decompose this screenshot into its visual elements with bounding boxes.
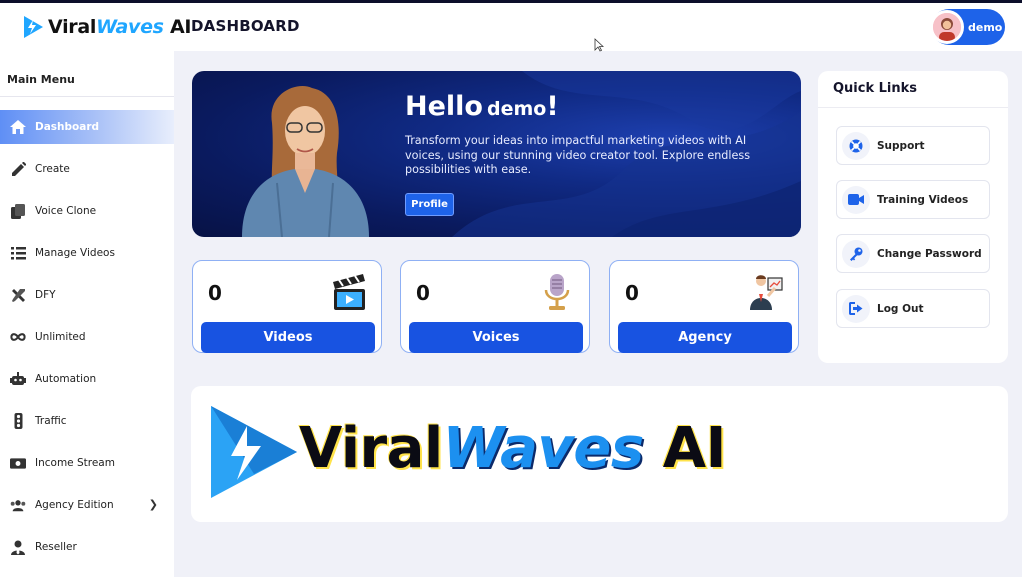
robot-icon <box>10 371 26 387</box>
videos-button[interactable]: Videos <box>201 322 375 353</box>
quick-link-label: Change Password <box>877 247 982 260</box>
sidebar-item-reseller[interactable]: Reseller <box>0 530 174 564</box>
avatar <box>930 10 964 44</box>
quick-links-title: Quick Links <box>833 81 918 96</box>
stat-value: 0 <box>208 281 222 305</box>
header: ViralWaves AI DASHBOARD demo <box>0 3 1022 51</box>
quick-link-label: Log Out <box>877 302 924 315</box>
stat-card-voices: 0 Voices <box>400 260 590 353</box>
sidebar-item-label: Income Stream <box>35 457 115 469</box>
app-logo[interactable]: ViralWaves AI <box>22 13 191 41</box>
sidebar-item-label: DFY <box>35 289 56 301</box>
quick-link-change-password[interactable]: Change Password <box>836 234 990 273</box>
sidebar-item-voice-clone[interactable]: Voice Clone <box>0 194 174 228</box>
sidebar-item-label: Create <box>35 163 70 175</box>
play-bolt-logo-icon <box>24 16 43 38</box>
profile-button[interactable]: Profile <box>405 193 454 216</box>
users-icon <box>10 497 26 513</box>
voices-button[interactable]: Voices <box>409 322 583 353</box>
sidebar-item-unlimited[interactable]: Unlimited <box>0 320 174 354</box>
quick-links-panel: Quick Links Support Training Videos Chan… <box>818 71 1008 363</box>
infinity-icon <box>10 329 26 345</box>
quick-link-support[interactable]: Support <box>836 126 990 165</box>
mouse-cursor-icon <box>594 38 604 52</box>
woman-photo <box>242 86 369 237</box>
sidebar-item-label: Traffic <box>35 415 67 427</box>
user-name: demo <box>968 20 1003 34</box>
hero-description: Transform your ideas into impactful mark… <box>405 134 751 176</box>
presenter-icon <box>750 275 783 310</box>
quick-link-label: Support <box>877 139 925 152</box>
page-title: DASHBOARD <box>191 17 300 35</box>
sidebar-item-agency-edition[interactable]: Agency Edition ❯ <box>0 488 174 522</box>
tools-icon <box>10 287 26 303</box>
traffic-light-icon <box>10 413 26 429</box>
video-camera-icon <box>842 185 870 214</box>
sidebar-item-create[interactable]: Create <box>0 152 174 186</box>
chevron-right-icon: ❯ <box>148 498 158 511</box>
stat-card-videos: 0 Videos <box>192 260 382 353</box>
stat-card-agency: 0 Agency <box>609 260 799 353</box>
pencil-icon <box>10 161 26 177</box>
sidebar-item-label: Automation <box>35 373 97 385</box>
home-icon <box>10 119 26 135</box>
welcome-banner: Hello demo! Transform your ideas into imp… <box>192 71 801 237</box>
sidebar-item-automation[interactable]: Automation <box>0 362 174 396</box>
divider <box>818 107 1008 108</box>
sidebar-item-traffic[interactable]: Traffic <box>0 404 174 438</box>
quick-link-training-videos[interactable]: Training Videos <box>836 180 990 219</box>
logout-icon <box>842 294 870 323</box>
quick-link-label: Training Videos <box>877 193 969 206</box>
quick-link-log-out[interactable]: Log Out <box>836 289 990 328</box>
divider <box>0 96 174 97</box>
user-menu[interactable]: demo <box>930 9 1005 45</box>
logo-text: ViralWaves AI <box>48 16 192 38</box>
sidebar-item-label: Voice Clone <box>35 205 97 217</box>
money-icon <box>10 455 26 471</box>
sidebar-item-dfy[interactable]: DFY <box>0 278 174 312</box>
list-icon <box>10 245 26 261</box>
user-tie-icon <box>10 539 26 555</box>
hero-greeting: Hello demo! <box>405 91 559 122</box>
sidebar-item-label: Manage Videos <box>35 247 115 259</box>
main-menu-title: Main Menu <box>7 73 75 86</box>
support-icon <box>842 131 870 160</box>
brand-banner: ViralWaves AI <box>191 386 1008 522</box>
sidebar-item-label: Agency Edition <box>35 499 114 511</box>
copy-icon <box>10 203 26 219</box>
clapperboard-icon <box>333 274 365 310</box>
stat-value: 0 <box>416 281 430 305</box>
key-icon <box>842 239 870 268</box>
sidebar-item-income-stream[interactable]: Income Stream <box>0 446 174 480</box>
sidebar-item-dashboard[interactable]: Dashboard <box>0 110 174 144</box>
sidebar-item-label: Unlimited <box>35 331 86 343</box>
sidebar: Main Menu Dashboard Create Voice Clone M… <box>0 51 174 577</box>
stat-value: 0 <box>625 281 639 305</box>
brand-wordmark: ViralWaves AI <box>299 416 726 481</box>
sidebar-item-label: Dashboard <box>35 121 100 133</box>
sidebar-item-manage-videos[interactable]: Manage Videos <box>0 236 174 270</box>
agency-button[interactable]: Agency <box>618 322 792 353</box>
microphone-icon <box>544 274 570 310</box>
sidebar-item-label: Reseller <box>35 541 77 553</box>
